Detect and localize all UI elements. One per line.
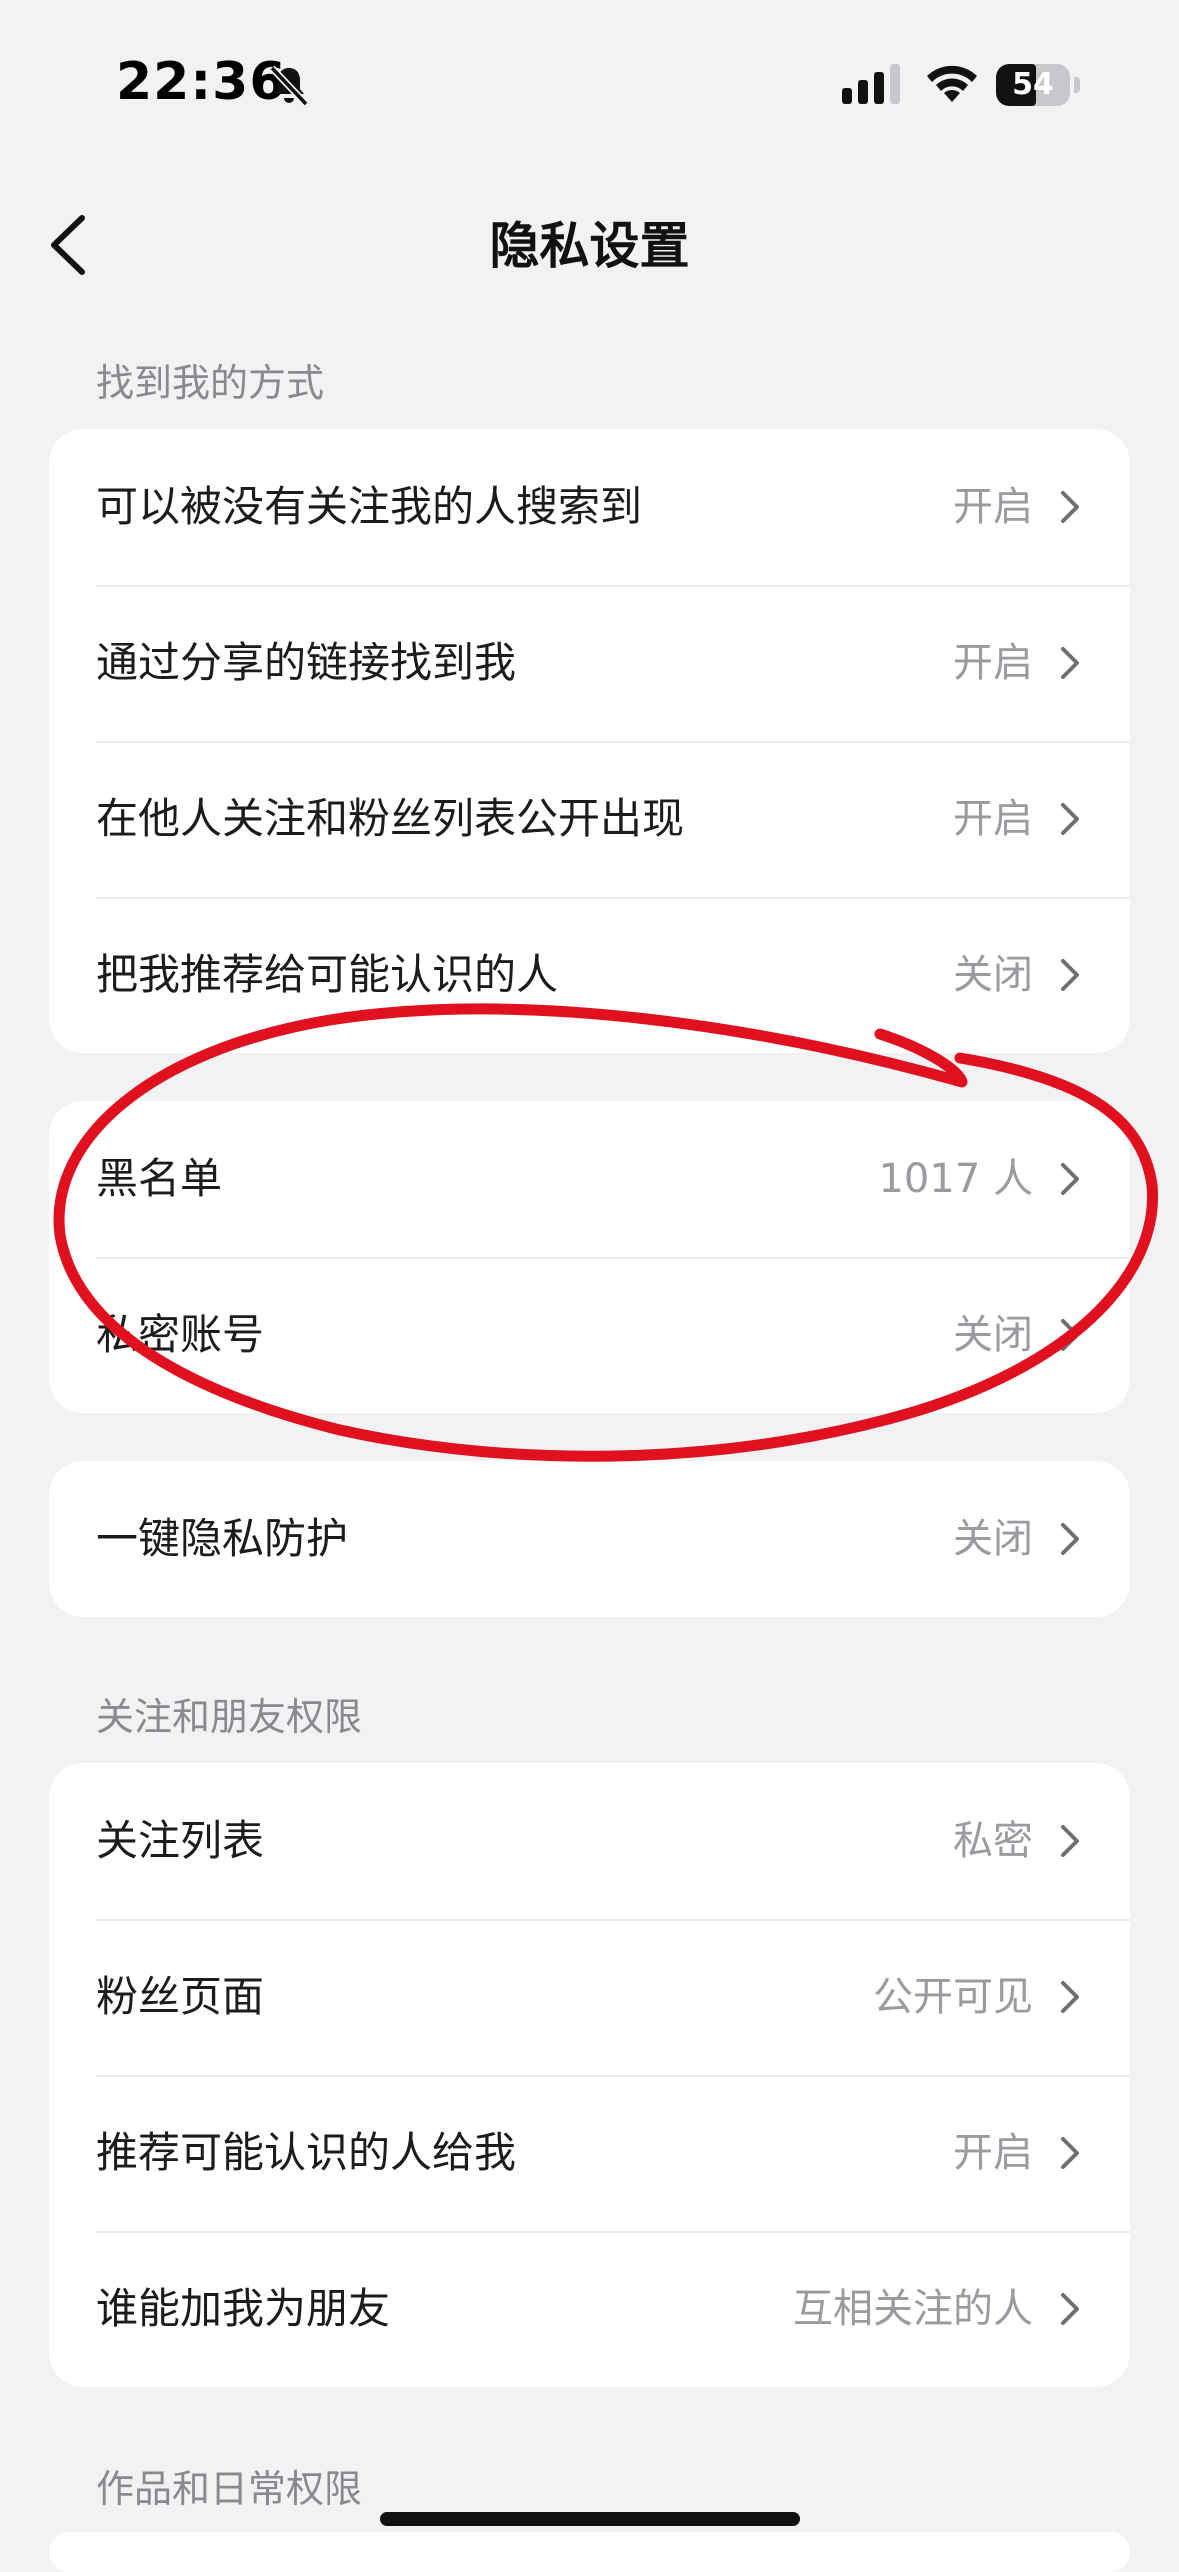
home-indicator [380, 2512, 800, 2526]
card-blocklist: 黑名单 1017 人 私密账号 关闭 [49, 1101, 1130, 1413]
chevron-right-icon [1061, 1981, 1079, 2013]
row-following-list[interactable]: 关注列表 私密 [49, 1763, 1130, 1919]
row-who-can-add-me-as-friend[interactable]: 谁能加我为朋友 互相关注的人 [49, 2231, 1130, 2387]
row-private-account[interactable]: 私密账号 关闭 [49, 1257, 1130, 1413]
row-value: 关闭 [953, 1516, 1033, 1562]
chevron-right-icon [1061, 491, 1079, 523]
row-find-via-shared-link[interactable]: 通过分享的链接找到我 开启 [49, 585, 1130, 741]
signal-icon [842, 64, 900, 104]
section-header-works: 作品和日常权限 [96, 2467, 363, 2511]
row-value: 开启 [953, 2130, 1033, 2176]
chevron-right-icon [1061, 803, 1079, 835]
chevron-right-icon [1061, 2137, 1079, 2169]
card-follow-friends: 关注列表 私密 粉丝页面 公开可见 推荐可能认识的人给我 开启 谁能加我为朋友 … [49, 1763, 1130, 2387]
row-label: 关注列表 [96, 1816, 265, 1865]
chevron-right-icon [1061, 2293, 1079, 2325]
row-value: 公开可见 [873, 1974, 1033, 2020]
status-bar: 22:36 54 [0, 0, 1179, 170]
page-title: 隐私设置 [489, 217, 690, 275]
card-find-me: 可以被没有关注我的人搜索到 开启 通过分享的链接找到我 开启 在他人关注和粉丝列… [49, 429, 1130, 1053]
row-searchable-by-non-followers[interactable]: 可以被没有关注我的人搜索到 开启 [49, 429, 1130, 585]
row-followers-page[interactable]: 粉丝页面 公开可见 [49, 1919, 1130, 2075]
row-label: 把我推荐给可能认识的人 [96, 950, 559, 999]
chevron-right-icon [1061, 1319, 1079, 1351]
status-time: 22:36 [116, 52, 287, 112]
chevron-right-icon [1061, 647, 1079, 679]
row-value: 开启 [953, 796, 1033, 842]
row-value: 开启 [953, 640, 1033, 686]
card-privacy-protection: 一键隐私防护 关闭 [49, 1461, 1130, 1617]
row-value: 1017 人 [878, 1156, 1033, 1202]
chevron-right-icon [1061, 1163, 1079, 1195]
row-label: 可以被没有关注我的人搜索到 [96, 482, 643, 531]
row-label: 黑名单 [96, 1154, 223, 1203]
row-label: 私密账号 [96, 1310, 265, 1359]
row-recommend-me-to-acquaintances[interactable]: 把我推荐给可能认识的人 关闭 [49, 897, 1130, 1053]
row-label: 在他人关注和粉丝列表公开出现 [96, 794, 685, 843]
chevron-right-icon [1061, 1825, 1079, 1857]
row-appear-in-follow-lists[interactable]: 在他人关注和粉丝列表公开出现 开启 [49, 741, 1130, 897]
wifi-icon [927, 65, 977, 102]
section-header-follow-friends: 关注和朋友权限 [96, 1695, 363, 1739]
row-label: 谁能加我为朋友 [96, 2284, 391, 2333]
row-value: 私密 [953, 1818, 1033, 1864]
section-header-find-me: 找到我的方式 [96, 361, 325, 405]
battery-percent: 54 [1012, 67, 1054, 102]
row-blocklist[interactable]: 黑名单 1017 人 [49, 1101, 1130, 1257]
row-label: 粉丝页面 [96, 1972, 265, 2021]
row-label: 推荐可能认识的人给我 [96, 2128, 517, 2177]
row-value: 开启 [953, 484, 1033, 530]
row-value: 关闭 [953, 1312, 1033, 1358]
battery-icon: 54 [996, 64, 1080, 108]
chevron-right-icon [1061, 1523, 1079, 1555]
row-recommend-acquaintances-to-me[interactable]: 推荐可能认识的人给我 开启 [49, 2075, 1130, 2231]
card-works [49, 2532, 1130, 2572]
row-value: 互相关注的人 [793, 2286, 1033, 2332]
row-value: 关闭 [953, 952, 1033, 998]
row-label: 一键隐私防护 [96, 1514, 349, 1563]
row-label: 通过分享的链接找到我 [96, 638, 517, 687]
row-one-tap-privacy-protection[interactable]: 一键隐私防护 关闭 [49, 1461, 1130, 1617]
chevron-right-icon [1061, 959, 1079, 991]
bell-slash-icon [269, 65, 309, 107]
